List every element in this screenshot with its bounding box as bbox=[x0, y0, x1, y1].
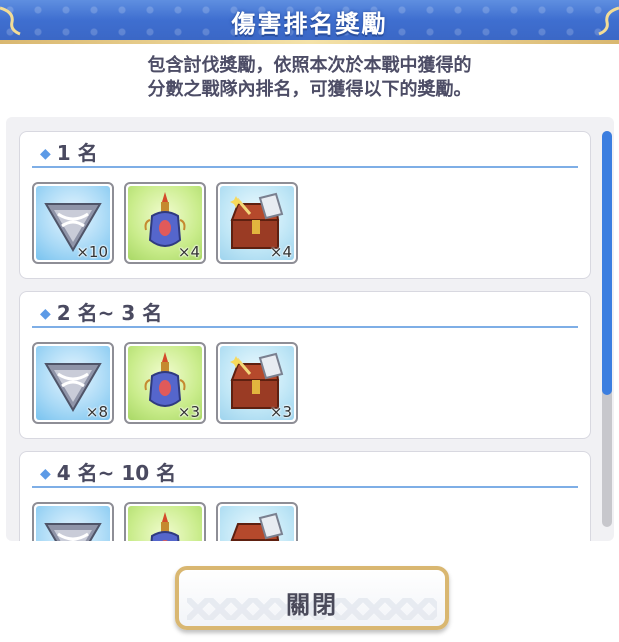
diamond-bullet-icon: ◆ bbox=[40, 146, 51, 162]
item-quantity: ×8 bbox=[85, 403, 108, 421]
reward-tier-card: ◆ 1 名 ×10 ×4 ×4 bbox=[19, 131, 591, 279]
description-line-1: 包含討伐獎勵，依照本次於本戰中獲得的 bbox=[147, 55, 472, 76]
treasure-chest-icon bbox=[230, 512, 284, 541]
title-bar: 傷害排名獎勵 bbox=[0, 0, 619, 44]
close-button-label: 關閉 bbox=[286, 591, 338, 619]
rank-underline bbox=[32, 486, 578, 488]
item-quantity: ×3 bbox=[269, 403, 292, 421]
header-divider bbox=[0, 40, 619, 44]
potion-icon bbox=[150, 512, 180, 541]
reward-item-crystal[interactable]: ×8 bbox=[32, 342, 114, 424]
reward-list[interactable]: ◆ 1 名 ×10 ×4 ×4 ◆ 2 名~ 3 名 ×8 ×3 ×3 ◆ 4 … bbox=[6, 117, 614, 541]
crystal-icon bbox=[44, 523, 102, 541]
reward-item-treasure-chest[interactable]: ×3 bbox=[216, 342, 298, 424]
reward-item-potion[interactable]: ×3 bbox=[124, 342, 206, 424]
dialog-title: 傷害排名獎勵 bbox=[231, 10, 388, 38]
diamond-bullet-icon: ◆ bbox=[40, 466, 51, 482]
close-button[interactable]: 關閉 bbox=[175, 566, 449, 630]
description-line-2: 分數之戰隊內排名，可獲得以下的獎勵。 bbox=[147, 79, 472, 100]
diamond-bullet-icon: ◆ bbox=[40, 306, 51, 322]
reward-tier-card: ◆ 4 名~ 10 名 bbox=[19, 451, 591, 541]
rank-underline bbox=[32, 166, 578, 168]
reward-tier-card: ◆ 2 名~ 3 名 ×8 ×3 ×3 bbox=[19, 291, 591, 439]
reward-item-treasure-chest[interactable]: ×4 bbox=[216, 182, 298, 264]
item-quantity: ×4 bbox=[177, 243, 200, 261]
rank-label: ◆ 4 名~ 10 名 bbox=[40, 461, 177, 485]
item-quantity: ×4 bbox=[269, 243, 292, 261]
item-quantity: ×3 bbox=[177, 403, 200, 421]
reward-item-potion[interactable] bbox=[124, 502, 206, 541]
reward-item-treasure-chest[interactable] bbox=[216, 502, 298, 541]
reward-item-crystal[interactable] bbox=[32, 502, 114, 541]
rank-underline bbox=[32, 326, 578, 328]
rank-label: ◆ 2 名~ 3 名 bbox=[40, 301, 163, 325]
reward-item-potion[interactable]: ×4 bbox=[124, 182, 206, 264]
reward-description: 包含討伐獎勵，依照本次於本戰中獲得的 分數之戰隊內排名，可獲得以下的獎勵。 bbox=[0, 54, 619, 102]
scrollbar-thumb[interactable] bbox=[602, 131, 612, 395]
vertical-scrollbar[interactable] bbox=[602, 131, 612, 527]
rank-label: ◆ 1 名 bbox=[40, 141, 98, 165]
reward-item-crystal[interactable]: ×10 bbox=[32, 182, 114, 264]
item-quantity: ×10 bbox=[76, 243, 108, 261]
